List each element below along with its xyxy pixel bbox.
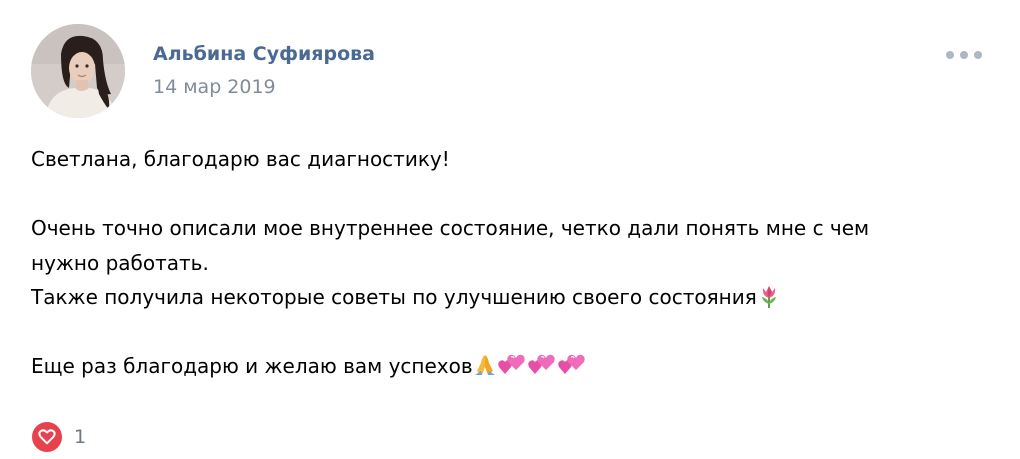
more-dot	[960, 51, 968, 59]
text-line: Очень точно описали мое внутреннее состо…	[31, 216, 870, 240]
text-line: Светлана, благодарю вас диагностику!	[31, 147, 450, 171]
avatar-photo	[31, 24, 125, 118]
two-hearts-emoji	[557, 354, 585, 374]
more-dot	[974, 51, 982, 59]
post-text: Светлана, благодарю вас диагностику! Оче…	[31, 142, 991, 384]
like-button[interactable]: 1	[32, 422, 86, 452]
more-dot	[946, 51, 954, 59]
text-line: Еще раз благодарю и желаю вам успехов	[31, 349, 991, 384]
heart-icon	[32, 422, 62, 452]
author-name[interactable]: Альбина Суфиярова	[153, 41, 375, 67]
post: Альбина Суфиярова 14 мар 2019 Светлана, …	[0, 0, 1020, 459]
text-line: Также получила некоторые советы по улучш…	[31, 280, 991, 315]
tulip-emoji	[761, 286, 776, 308]
avatar[interactable]	[31, 24, 125, 118]
post-date[interactable]: 14 мар 2019	[153, 74, 276, 100]
folded-hands-emoji	[474, 355, 495, 375]
two-hearts-emoji	[527, 354, 555, 374]
text-line: нужно работать.	[31, 250, 209, 275]
more-horizontal-icon[interactable]	[946, 47, 982, 63]
like-count: 1	[74, 426, 87, 448]
two-hearts-emoji	[497, 354, 525, 374]
